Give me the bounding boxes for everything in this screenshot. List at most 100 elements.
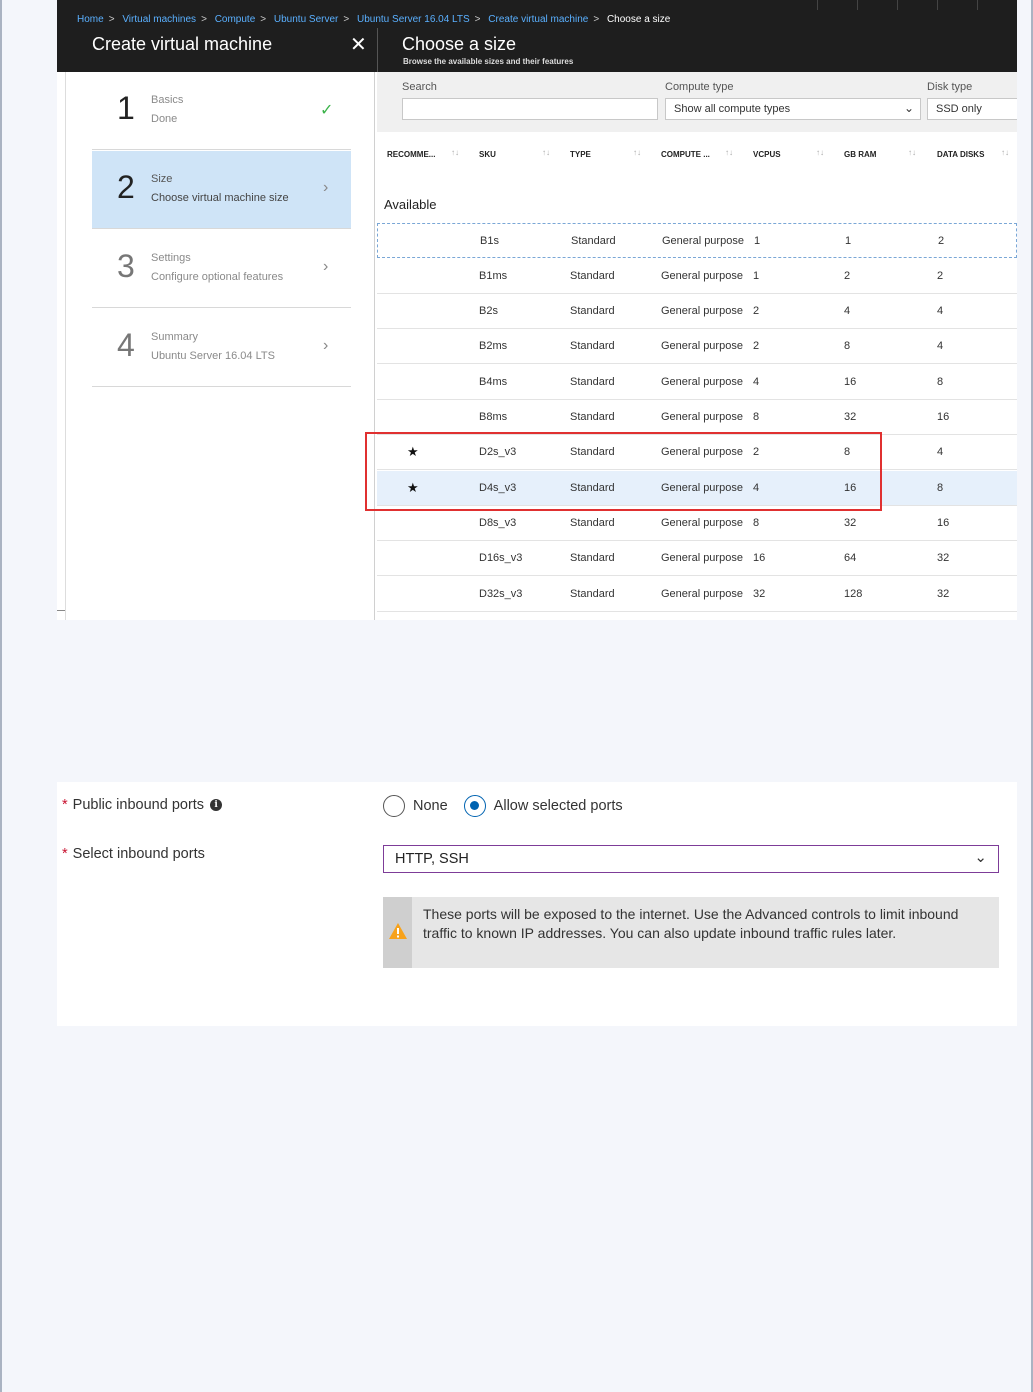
cell-compute: General purpose (661, 305, 743, 317)
step-basics[interactable]: 1 Basics Done ✓ (92, 72, 351, 150)
step-title: Summary (151, 331, 199, 343)
cell-sku: D8s_v3 (479, 517, 517, 529)
chevron-down-icon: ⌄ (903, 101, 914, 115)
cell-gb-ram: 16 (844, 376, 857, 388)
column-header-compute[interactable]: COMPUTE ... (661, 150, 710, 159)
cell-gb-ram: 32 (844, 411, 857, 423)
cell-compute: General purpose (661, 517, 743, 529)
cell-compute: General purpose (661, 376, 743, 388)
radio-label: None (413, 798, 448, 814)
cell-data-disks: 32 (937, 588, 950, 600)
breadcrumb-separator: > (593, 14, 600, 25)
cell-compute: General purpose (661, 552, 743, 564)
step-subtitle: Ubuntu Server 16.04 LTS (151, 350, 275, 362)
group-label-available: Available (384, 197, 437, 212)
radio-button[interactable] (383, 795, 405, 817)
radio-button-checked[interactable] (463, 795, 486, 817)
cell-sku: B2ms (479, 340, 508, 352)
step-title: Basics (151, 94, 184, 106)
step-size[interactable]: 2 Size Choose virtual machine size › (92, 151, 351, 229)
breadcrumb-virtual-machines[interactable]: Virtual machines (122, 14, 196, 25)
size-table-header: RECOMME... ↑↓ SKU ↑↓ TYPE ↑↓ COMPUTE ...… (377, 132, 1017, 178)
breadcrumb-compute[interactable]: Compute (215, 14, 256, 25)
sort-icon[interactable]: ↑↓ (725, 148, 733, 157)
required-marker: * (62, 846, 68, 862)
table-row[interactable]: B2ms Standard General purpose 2 8 4 (377, 329, 1017, 364)
cell-vcpus: 1 (753, 270, 760, 282)
chevron-right-icon: › (323, 258, 329, 275)
sort-icon[interactable]: ↑↓ (451, 148, 459, 157)
cell-type: Standard (570, 305, 615, 317)
cell-vcpus: 8 (753, 517, 760, 529)
column-header-recommended[interactable]: RECOMME... (387, 150, 435, 159)
cell-vcpus: 16 (753, 552, 766, 564)
portal-topbar: Home > Virtual machines > Compute > Ubuntu … (57, 0, 1017, 72)
cell-data-disks: 4 (937, 446, 944, 458)
checkmark-icon: ✓ (320, 102, 334, 119)
cell-type: Standard (570, 376, 615, 388)
disk-type-select[interactable]: SSD only (927, 98, 1017, 120)
compute-type-select[interactable]: Show all compute types ⌄ (665, 98, 921, 120)
blade-title: Create virtual machine (92, 34, 273, 54)
radio-none[interactable]: None (383, 795, 448, 817)
breadcrumb-ubuntu-server[interactable]: Ubuntu Server (274, 14, 338, 25)
table-row[interactable]: B1ms Standard General purpose 1 2 2 (377, 259, 1017, 294)
sort-icon[interactable]: ↑↓ (1001, 148, 1009, 157)
cell-compute: General purpose (661, 588, 743, 600)
column-header-vcpus[interactable]: VCPUS (753, 150, 781, 159)
inbound-ports-dropdown[interactable]: HTTP, SSH ⌄ (383, 845, 999, 873)
warning-icon (389, 923, 407, 939)
choose-size-blade-header: Choose a size Browse the available sizes… (377, 28, 1017, 72)
table-row[interactable]: D16s_v3 Standard General purpose 16 64 3… (377, 541, 1017, 576)
step-summary[interactable]: 4 Summary Ubuntu Server 16.04 LTS › (92, 309, 351, 387)
step-subtitle: Configure optional features (151, 271, 284, 283)
blade-title: Choose a size (402, 34, 517, 54)
chevron-right-icon: › (323, 179, 329, 196)
label-text: Public inbound ports (72, 797, 205, 813)
breadcrumb-create-vm[interactable]: Create virtual machine (488, 14, 588, 25)
sort-icon[interactable]: ↑↓ (633, 148, 641, 157)
cell-vcpus: 2 (753, 305, 760, 317)
table-row[interactable]: B4ms Standard General purpose 4 16 8 (377, 365, 1017, 400)
close-icon[interactable]: ✕ (350, 32, 367, 57)
breadcrumb-ubuntu-server-1604[interactable]: Ubuntu Server 16.04 LTS (357, 14, 470, 25)
breadcrumb-home[interactable]: Home (77, 14, 104, 25)
step-title: Size (151, 173, 173, 185)
table-row[interactable]: B2s Standard General purpose 2 4 4 (377, 294, 1017, 329)
cell-compute: General purpose (661, 270, 743, 282)
cell-compute: General purpose (661, 411, 743, 423)
cell-type: Standard (570, 411, 615, 423)
breadcrumb-separator: > (201, 14, 207, 25)
step-settings[interactable]: 3 Settings Configure optional features › (92, 230, 351, 308)
cell-data-disks: 8 (937, 376, 944, 388)
table-row[interactable]: B1s Standard General purpose 1 1 2 (377, 223, 1017, 258)
cell-vcpus: 32 (753, 588, 766, 600)
azure-portal-screenshot: Home > Virtual machines > Compute > Ubuntu … (57, 0, 1017, 620)
required-marker: * (62, 797, 68, 813)
cell-sku: D16s_v3 (479, 552, 523, 564)
column-header-type[interactable]: TYPE (570, 150, 591, 159)
blade-subtitle: Browse the available sizes and their fea… (403, 57, 574, 66)
create-vm-blade-header: Create virtual machine ✕ (57, 28, 375, 72)
sort-icon[interactable]: ↑↓ (816, 148, 824, 157)
topbar-tabs (817, 0, 1017, 10)
public-inbound-ports-radio-group: None Allow selected ports (383, 795, 639, 817)
sort-icon[interactable]: ↑↓ (542, 148, 550, 157)
cell-data-disks: 2 (937, 270, 944, 282)
cell-vcpus: 4 (753, 376, 760, 388)
inbound-ports-section: * Public inbound ports i None Allow select… (57, 782, 1017, 1026)
table-row[interactable]: D8s_v3 Standard General purpose 8 32 16 (377, 506, 1017, 541)
column-header-gb-ram[interactable]: GB RAM (844, 150, 876, 159)
search-input[interactable] (402, 98, 658, 120)
table-row[interactable]: B8ms Standard General purpose 8 32 16 (377, 400, 1017, 435)
table-row[interactable]: D32s_v3 Standard General purpose 32 128 … (377, 577, 1017, 612)
sort-icon[interactable]: ↑↓ (908, 148, 916, 157)
cell-sku: B4ms (479, 376, 508, 388)
cell-vcpus: 1 (754, 235, 761, 247)
column-header-sku[interactable]: SKU (479, 150, 496, 159)
column-header-data-disks[interactable]: DATA DISKS (937, 150, 984, 159)
chevron-right-icon: › (323, 337, 329, 354)
info-icon[interactable]: i (210, 799, 223, 812)
radio-allow-selected-ports[interactable]: Allow selected ports (463, 795, 623, 817)
cell-sku: B1ms (479, 270, 508, 282)
